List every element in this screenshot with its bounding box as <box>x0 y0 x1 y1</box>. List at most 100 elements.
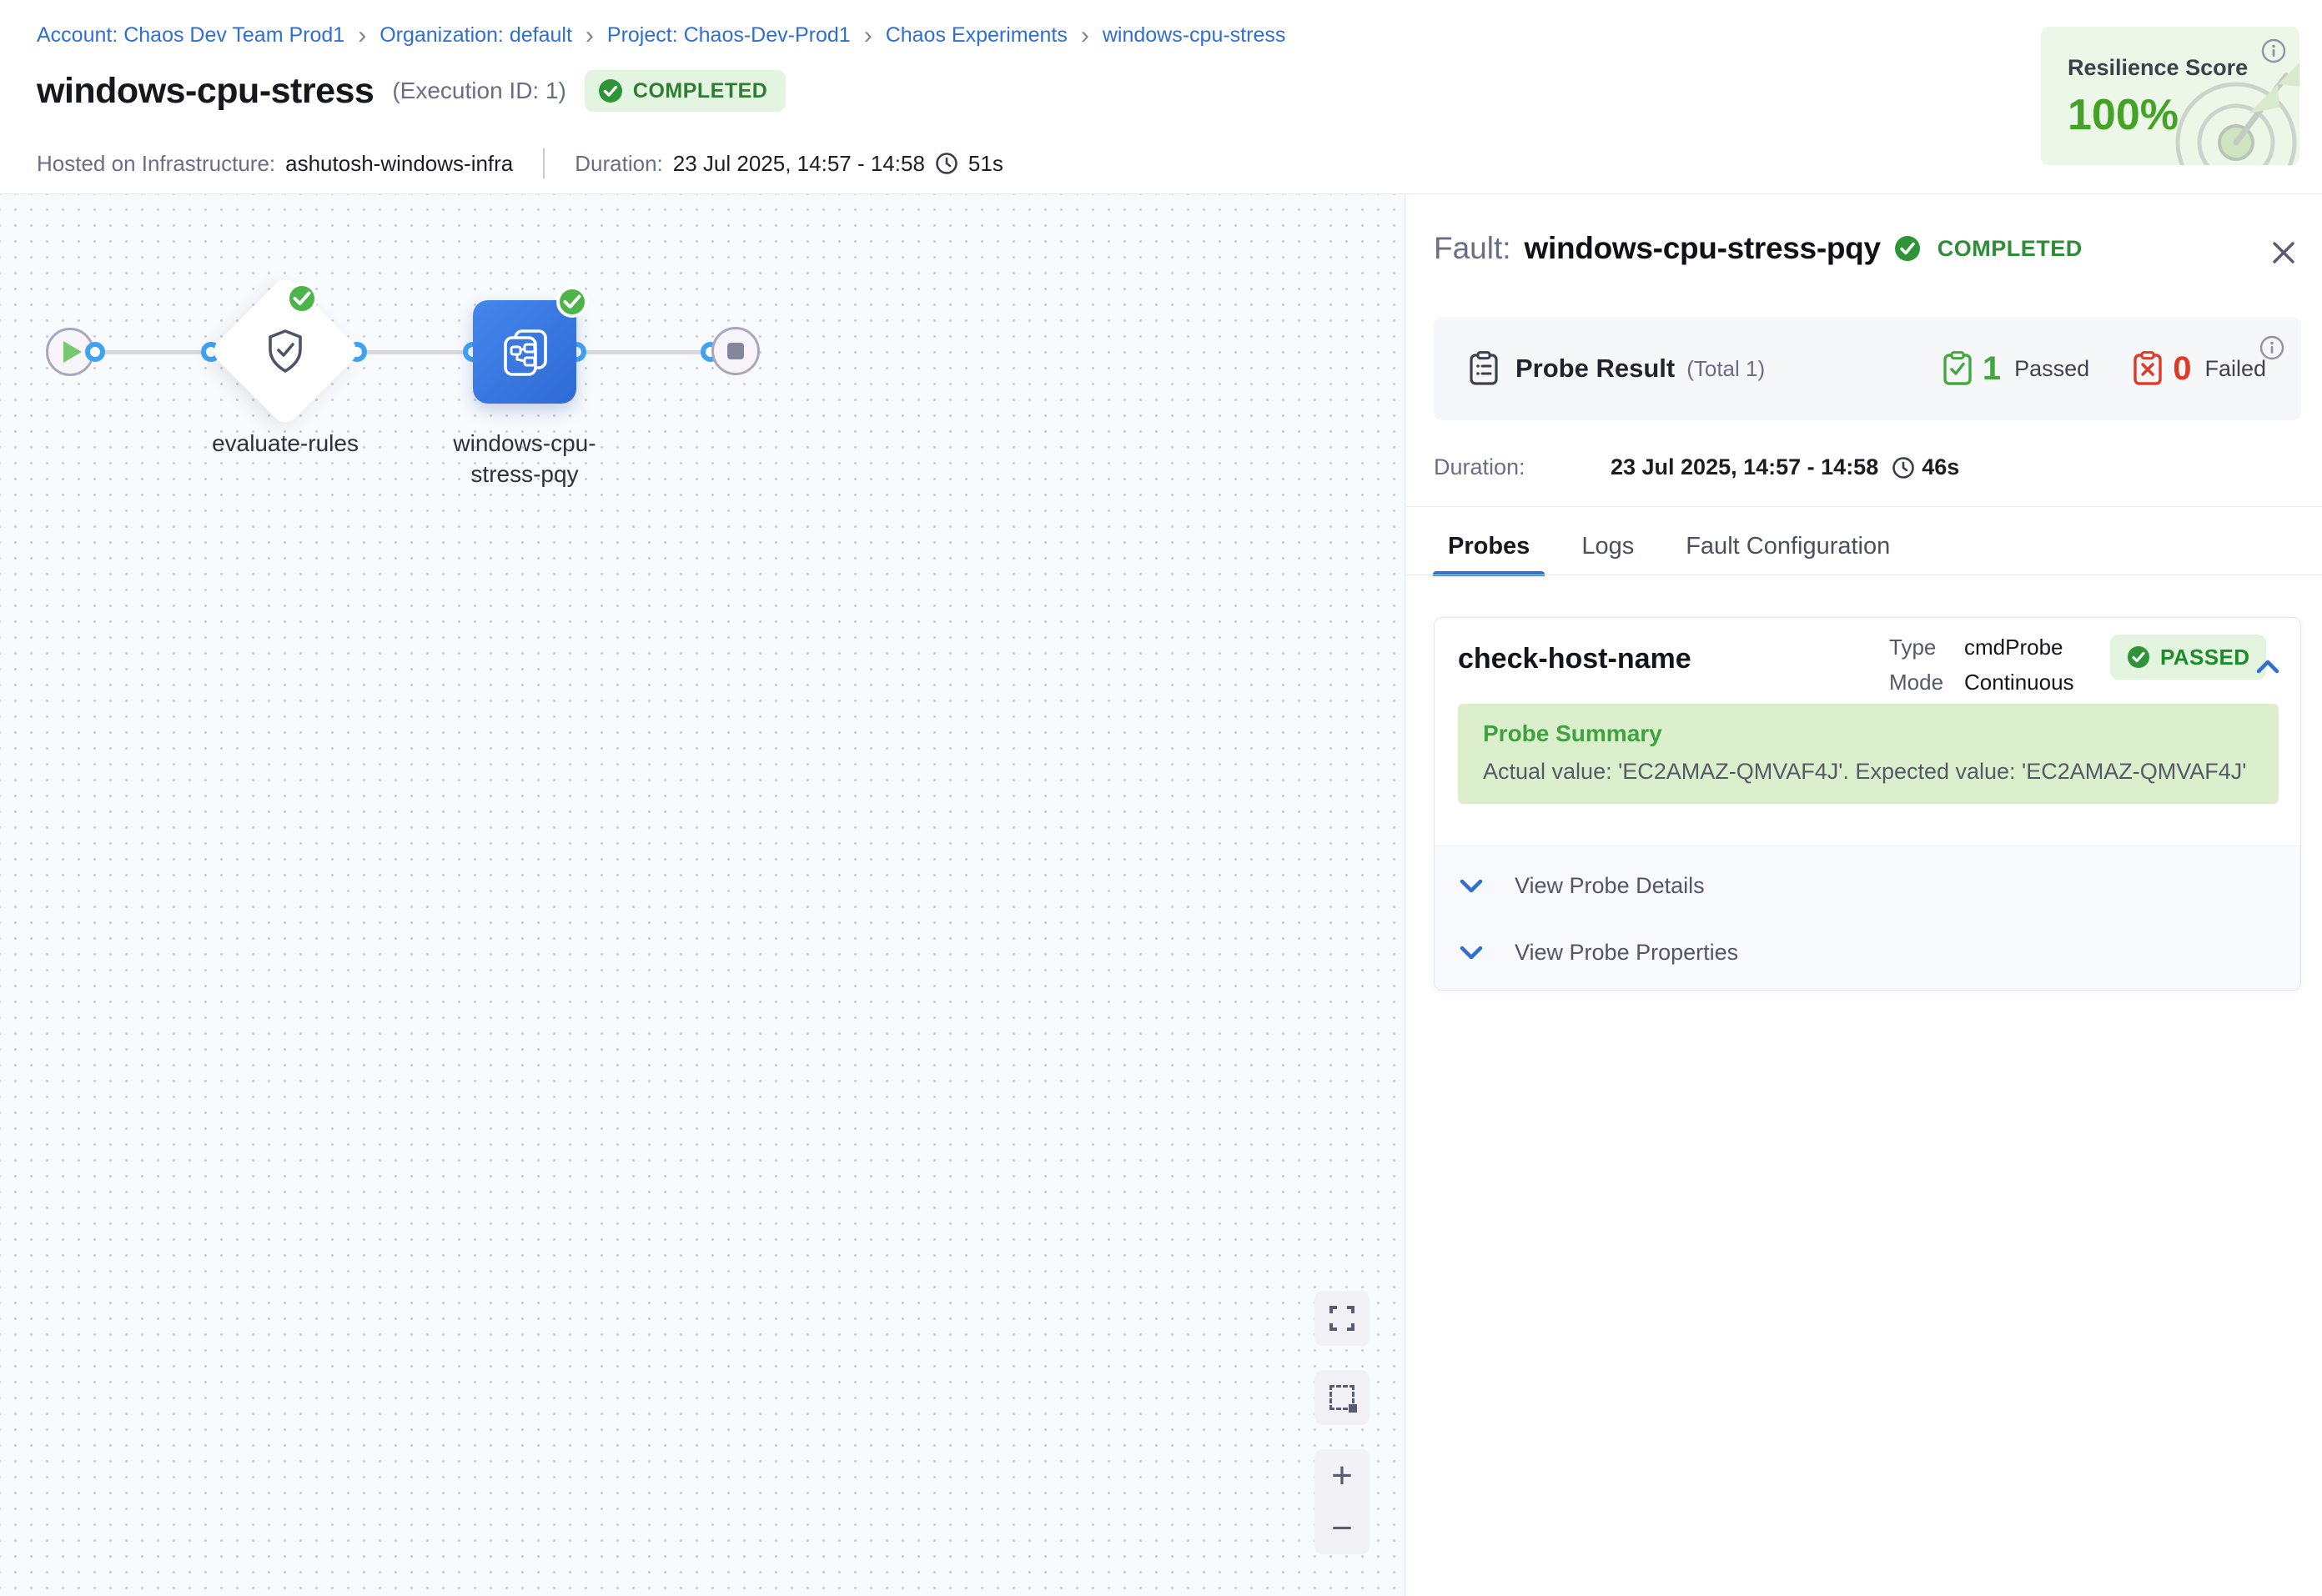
zoom-out-button[interactable]: − <box>1314 1502 1370 1554</box>
main-area: evaluate-rules windows-cpu- stress-pqy +… <box>0 194 2322 1596</box>
panel-tabs: Probes Logs Fault Configuration <box>1433 518 1927 575</box>
fault-label: Fault: <box>1434 231 1511 266</box>
end-node <box>711 327 760 375</box>
breadcrumb-item-account[interactable]: Account: Chaos Dev Team Prod1 <box>37 23 344 48</box>
panel-duration-elapsed: 46s <box>1922 454 1959 480</box>
hosted-infra-label: Hosted on Infrastructure: <box>37 151 275 177</box>
resilience-score: 100% <box>2068 90 2179 140</box>
failed-label: Failed <box>2204 356 2266 382</box>
status-badge: COMPLETED <box>585 70 786 112</box>
check-circle-icon <box>2127 645 2150 669</box>
zoom-in-button[interactable]: + <box>1314 1449 1370 1502</box>
experiment-icon <box>497 324 552 379</box>
marquee-select-icon <box>1329 1385 1354 1410</box>
breadcrumb-chevron-icon: › <box>358 25 366 46</box>
header-duration-label: Duration: <box>575 151 663 177</box>
breadcrumb-item-organization[interactable]: Organization: default <box>379 23 572 48</box>
chevron-up-icon[interactable] <box>2255 658 2280 675</box>
probe-summary-title: Probe Summary <box>1483 720 1662 747</box>
hosted-infra-value: ashutosh-windows-infra <box>285 151 513 177</box>
resilience-card: Resilience Score 100% <box>2041 27 2299 165</box>
header-duration-value: 23 Jul 2025, 14:57 - 14:58 <box>673 151 925 177</box>
node-windows-cpu-stress-pqy[interactable] <box>473 300 576 404</box>
panel-duration-value: 23 Jul 2025, 14:57 - 14:58 <box>1611 454 1878 480</box>
clock-icon <box>1892 456 1915 479</box>
probe-type-label: Type <box>1889 635 1936 660</box>
fault-status: COMPLETED <box>1938 236 2083 262</box>
meta-divider <box>543 148 545 178</box>
pipeline-canvas[interactable]: evaluate-rules windows-cpu- stress-pqy +… <box>0 194 1405 1596</box>
status-badge-label: COMPLETED <box>633 79 767 103</box>
chevron-down-icon <box>1460 879 1483 894</box>
probe-result-card: Probe Result (Total 1) 1 Passed <box>1434 317 2301 420</box>
view-probe-details[interactable]: View Probe Details <box>1460 873 1705 899</box>
passed-clipboard-icon <box>1943 351 1973 386</box>
page-header: Account: Chaos Dev Team Prod1 › Organiza… <box>0 0 2322 194</box>
probe-summary: Probe Summary Actual value: 'EC2AMAZ-QMV… <box>1458 704 2279 804</box>
breadcrumb-chevron-icon: › <box>864 25 872 46</box>
info-icon[interactable] <box>2259 335 2284 360</box>
breadcrumb-item-current[interactable]: windows-cpu-stress <box>1103 23 1286 48</box>
close-icon[interactable] <box>2269 238 2299 268</box>
clipboard-icon <box>1469 351 1499 386</box>
active-tab-underline <box>1433 571 1545 576</box>
resilience-title: Resilience Score <box>2068 55 2248 81</box>
panel-duration-row: Duration: 23 Jul 2025, 14:57 - 14:58 46s <box>1434 454 1959 480</box>
breadcrumb-item-project[interactable]: Project: Chaos-Dev-Prod1 <box>607 23 851 48</box>
fault-name: windows-cpu-stress-pqy <box>1525 231 1881 266</box>
check-circle-icon <box>1894 235 1921 262</box>
execution-id: (Execution ID: 1) <box>392 78 566 104</box>
breadcrumb-chevron-icon: › <box>1081 25 1089 46</box>
play-icon <box>63 341 82 363</box>
view-probe-details-label: View Probe Details <box>1515 873 1705 899</box>
probe-card-footer: View Probe Details View Probe Properties <box>1435 846 2300 990</box>
success-badge-icon <box>556 286 588 318</box>
failed-count: 0 <box>2173 350 2191 388</box>
failed-clipboard-icon <box>2133 351 2163 386</box>
fullscreen-button[interactable] <box>1314 1291 1370 1346</box>
clock-icon <box>935 152 958 175</box>
tab-probes-label: Probes <box>1448 533 1530 560</box>
tab-fault-configuration[interactable]: Fault Configuration <box>1671 518 1905 575</box>
view-probe-properties-label: View Probe Properties <box>1515 940 1738 966</box>
node-label-line2: stress-pqy <box>400 459 650 489</box>
probe-summary-text: Actual value: 'EC2AMAZ-QMVAF4J'. Expecte… <box>1483 759 2246 785</box>
chevron-down-icon <box>1460 946 1483 961</box>
passed-badge-label: PASSED <box>2160 645 2249 670</box>
tab-logs[interactable]: Logs <box>1566 518 1649 575</box>
marquee-select-button[interactable] <box>1314 1370 1370 1425</box>
zoom-controls: + − <box>1314 1449 1370 1554</box>
breadcrumb: Account: Chaos Dev Team Prod1 › Organiza… <box>37 23 1285 48</box>
passed-badge: PASSED <box>2110 635 2266 680</box>
fault-header: Fault: windows-cpu-stress-pqy COMPLETED <box>1434 231 2083 266</box>
panel-duration-label: Duration: <box>1434 454 1611 480</box>
success-badge-icon <box>286 283 318 314</box>
check-circle-icon <box>598 78 623 103</box>
chaos-experiment-page: Account: Chaos Dev Team Prod1 › Organiza… <box>0 0 2322 1596</box>
tab-logs-label: Logs <box>1581 533 1634 560</box>
node-label-line1: windows-cpu- <box>400 428 650 459</box>
view-probe-properties[interactable]: View Probe Properties <box>1460 940 1738 966</box>
header-duration-elapsed: 51s <box>968 151 1003 177</box>
title-row: windows-cpu-stress (Execution ID: 1) COM… <box>37 70 786 112</box>
probe-mode-label: Mode <box>1889 670 1943 695</box>
breadcrumb-item-chaos-experiments[interactable]: Chaos Experiments <box>886 23 1068 48</box>
passed-count: 1 <box>1983 350 2001 388</box>
breadcrumb-chevron-icon: › <box>586 25 594 46</box>
info-icon[interactable] <box>2261 38 2286 63</box>
node-port <box>85 342 105 362</box>
node-label-windows-cpu-stress-pqy: windows-cpu- stress-pqy <box>400 428 650 489</box>
shield-check-icon <box>267 329 304 373</box>
tab-fault-configuration-label: Fault Configuration <box>1686 533 1890 560</box>
edge <box>576 350 711 354</box>
node-label-evaluate-rules: evaluate-rules <box>160 428 410 459</box>
probe-result-title: Probe Result <box>1515 354 1675 384</box>
probe-mode-value: Continuous <box>1964 670 2074 695</box>
edge <box>95 350 211 354</box>
panel-divider <box>1405 506 2322 507</box>
probe-card: check-host-name Type cmdProbe Mode Conti… <box>1434 617 2301 991</box>
tab-probes[interactable]: Probes <box>1433 518 1545 575</box>
fault-details-panel: Fault: windows-cpu-stress-pqy COMPLETED … <box>1405 194 2322 1596</box>
stop-icon <box>727 343 744 359</box>
probe-name: check-host-name <box>1458 643 1691 675</box>
